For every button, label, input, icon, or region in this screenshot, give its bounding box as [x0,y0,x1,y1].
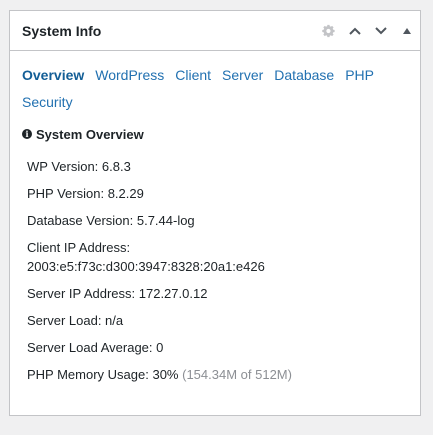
widget-title: System Info [22,22,102,39]
tab-security[interactable]: Security [22,92,73,113]
overview-list: WP Version: 6.8.3 PHP Version: 8.2.29 Da… [22,157,408,384]
tab-overview[interactable]: Overview [22,65,84,86]
widget-controls [316,11,420,50]
php-version: PHP Version: 8.2.29 [27,186,144,201]
tab-bar: Overview WordPress Client Server Databas… [22,65,392,113]
client-ip-value: 2003:e5:f73c:d300:3947:8328:20a1:e426 [27,259,265,274]
triangle-up-icon[interactable] [394,11,420,50]
gear-icon[interactable] [316,11,342,50]
system-info-widget: System Info Overview WordPress Client Se… [9,10,421,416]
server-load: Server Load: n/a [27,313,124,328]
server-load-average: Server Load Average: 0 [27,340,164,355]
chevron-down-icon[interactable] [368,11,394,50]
client-ip-label: Client IP Address: [27,240,131,255]
widget-body: Overview WordPress Client Server Databas… [10,51,420,384]
server-ip: Server IP Address: 172.27.0.12 [27,286,208,301]
chevron-up-icon[interactable] [342,11,368,50]
client-ip: Client IP Address: 2003:e5:f73c:d300:394… [27,238,408,276]
section-heading-label: System Overview [36,126,144,142]
tab-server[interactable]: Server [222,65,263,86]
tab-database[interactable]: Database [274,65,334,86]
wp-version: WP Version: 6.8.3 [27,159,131,174]
tab-wordpress[interactable]: WordPress [95,65,164,86]
php-memory-detail: (154.34M of 512M) [182,367,292,382]
tab-client[interactable]: Client [175,65,211,86]
section-heading: i System Overview [22,125,408,143]
tab-php[interactable]: PHP [345,65,374,86]
database-version: Database Version: 5.7.44-log [27,213,195,228]
info-icon: i [22,129,32,139]
php-memory-usage: PHP Memory Usage: 30% (154.34M of 512M) [27,365,408,384]
php-memory-value: PHP Memory Usage: 30% [27,367,179,382]
widget-header: System Info [10,11,420,51]
